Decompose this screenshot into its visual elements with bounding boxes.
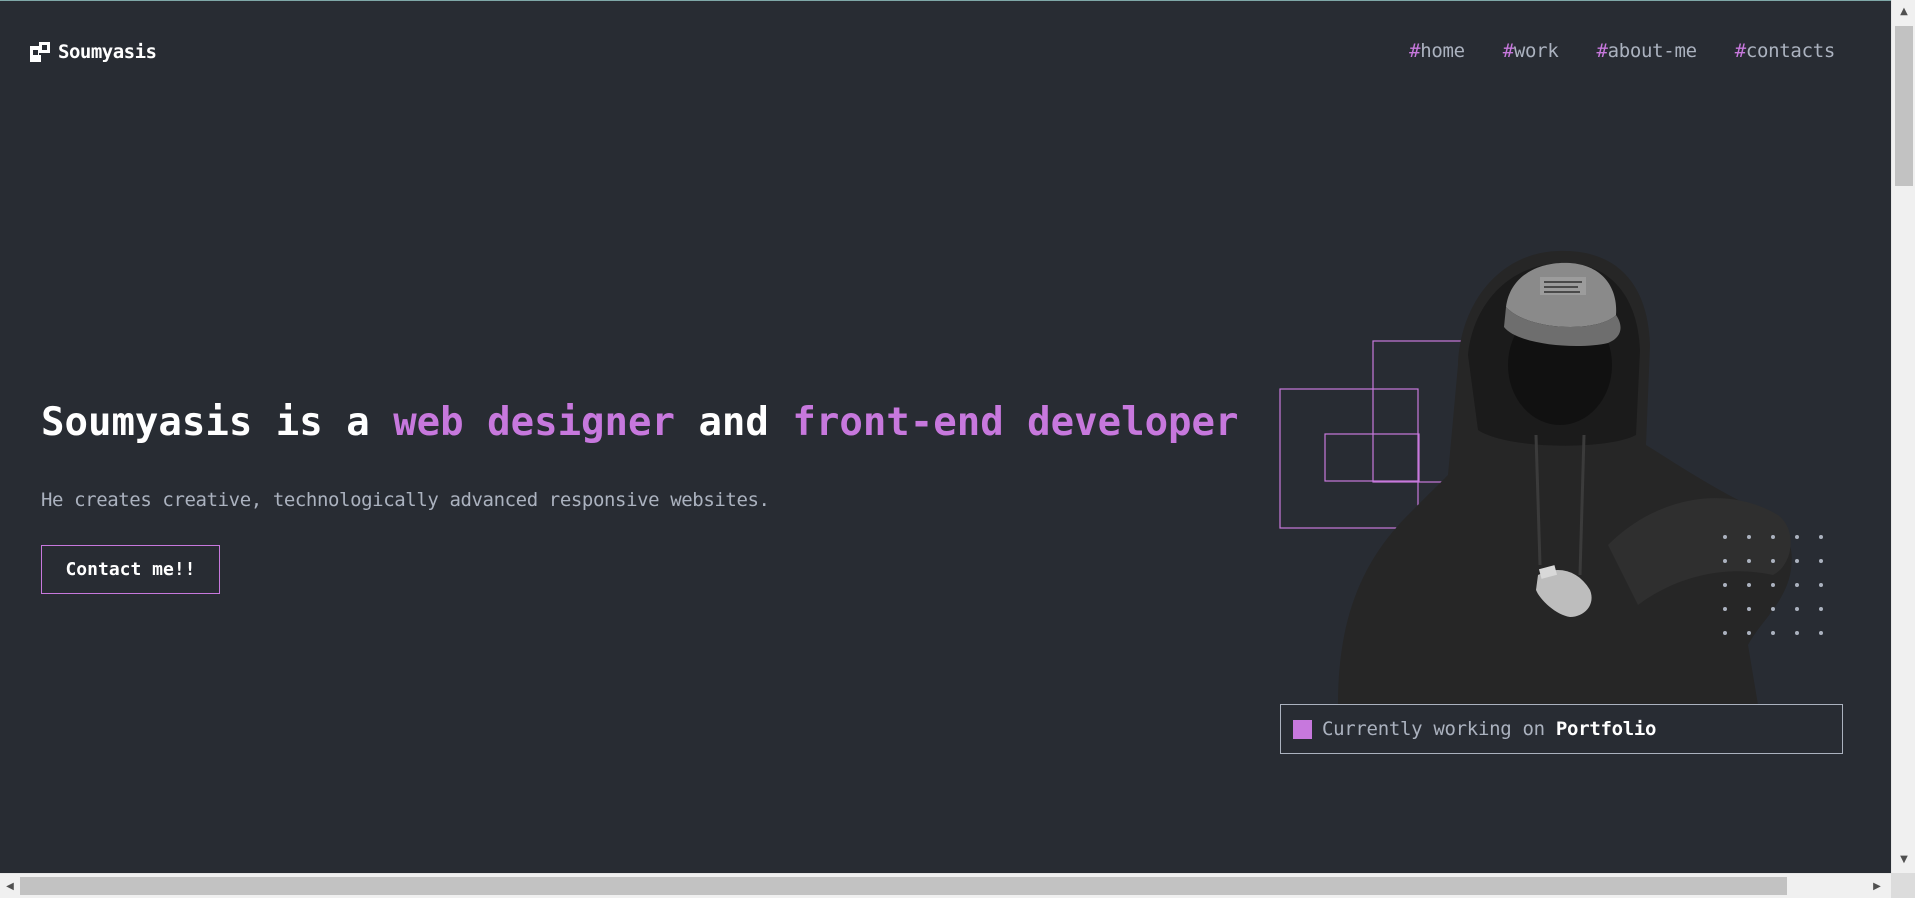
nav-hash: #	[1596, 40, 1608, 62]
hero-title-accent: web designer	[393, 400, 675, 445]
contact-me-button[interactable]: Contact me!!	[41, 545, 220, 594]
status-prefix: Currently working on	[1322, 718, 1556, 740]
hero-title-text: and	[674, 400, 793, 445]
scroll-left-arrow-icon[interactable]: ◀	[0, 874, 20, 898]
scrollbar-corner	[1891, 873, 1915, 898]
logo[interactable]: Soumyasis	[30, 41, 157, 63]
horizontal-scroll-thumb[interactable]	[20, 877, 1787, 895]
nav-hash: #	[1409, 40, 1421, 62]
status-square-icon	[1293, 719, 1312, 739]
status-text: Currently working on Portfolio	[1322, 718, 1656, 740]
nav-label: work	[1513, 40, 1559, 62]
hero-title-text: Soumyasis is a	[41, 400, 394, 445]
main-nav: #home #work #about-me #contacts	[1409, 40, 1835, 62]
logo-mark-icon	[30, 42, 50, 62]
logo-text: Soumyasis	[58, 41, 157, 63]
scroll-right-arrow-icon[interactable]: ▶	[1867, 874, 1887, 898]
nav-label: about-me	[1607, 40, 1697, 62]
hero-subtitle: He creates creative, technologically adv…	[41, 489, 770, 511]
hero-title: Soumyasis is a web designer and front-en…	[41, 400, 1239, 445]
status-project-name: Portfolio	[1555, 718, 1657, 740]
vertical-scrollbar[interactable]: ▲ ▼	[1891, 0, 1915, 898]
nav-link-home[interactable]: #home	[1409, 40, 1465, 62]
nav-link-work[interactable]: #work	[1503, 40, 1559, 62]
horizontal-scrollbar[interactable]: ◀ ▶	[0, 873, 1891, 898]
current-project-status: Currently working on Portfolio	[1280, 704, 1843, 754]
nav-label: contacts	[1745, 40, 1835, 62]
scroll-down-arrow-icon[interactable]: ▼	[1892, 850, 1915, 870]
hero-art	[1278, 245, 1838, 705]
nav-hash: #	[1734, 40, 1746, 62]
top-border	[0, 0, 1915, 1]
nav-link-about-me[interactable]: #about-me	[1596, 40, 1697, 62]
nav-label: home	[1420, 40, 1465, 62]
person-in-hoodie-image	[1338, 250, 1792, 705]
portfolio-page: Soumyasis #home #work #about-me #contact…	[0, 0, 1915, 898]
scroll-up-arrow-icon[interactable]: ▲	[1892, 2, 1915, 22]
hero-title-accent: front-end developer	[792, 400, 1239, 445]
hero-graphic	[1279, 250, 1823, 705]
nav-hash: #	[1502, 40, 1514, 62]
vertical-scroll-thumb[interactable]	[1895, 26, 1913, 186]
nav-link-contacts[interactable]: #contacts	[1734, 40, 1836, 62]
